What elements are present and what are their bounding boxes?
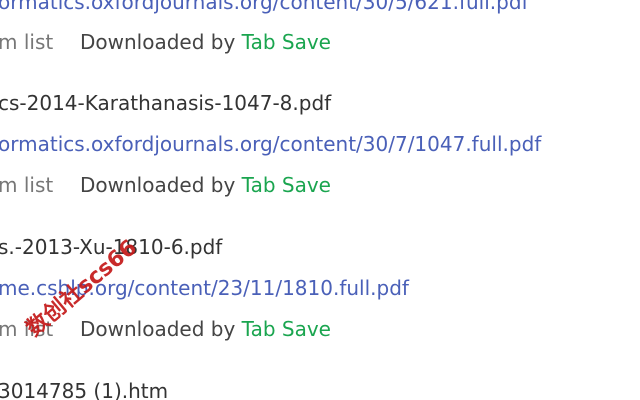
extension-link-tab-save[interactable]: Tab Save [242,173,331,197]
downloaded-by-label: Downloaded by Tab Save [80,30,331,54]
download-item-url[interactable]: ormatics.oxfordjournals.org/content/30/5… [0,0,529,14]
remove-from-list-link[interactable]: m list [0,173,53,197]
extension-link-tab-save[interactable]: Tab Save [242,317,331,341]
extension-link-tab-save[interactable]: Tab Save [242,30,331,54]
download-item-filename[interactable]: 3014785 (1).htm [0,379,168,400]
downloaded-by-text: Downloaded by [80,30,236,54]
downloaded-by-text: Downloaded by [80,317,236,341]
remove-from-list-link[interactable]: m list [0,30,53,54]
downloaded-by-text: Downloaded by [80,173,236,197]
download-item-filename[interactable]: cs-2014-Karathanasis-1047-8.pdf [0,91,331,115]
downloaded-by-label: Downloaded by Tab Save [80,317,331,341]
downloaded-by-label: Downloaded by Tab Save [80,173,331,197]
download-item-url[interactable]: ormatics.oxfordjournals.org/content/30/7… [0,132,541,156]
